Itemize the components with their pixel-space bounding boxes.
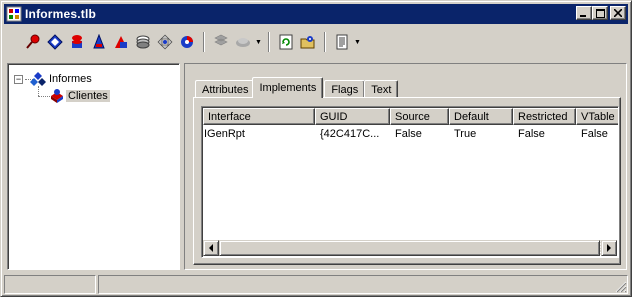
- cell-guid: {42C417C...: [320, 127, 380, 140]
- document-view-icon[interactable]: [331, 31, 353, 53]
- scroll-left-button[interactable]: [203, 240, 219, 256]
- implements-list[interactable]: Interface GUID Source Default Restricted…: [201, 106, 619, 258]
- status-panel: [4, 275, 96, 294]
- details-panel: Attributes Implements Flags Text Interfa…: [184, 63, 627, 270]
- status-panel: [98, 275, 628, 294]
- tree-item-informes[interactable]: − Informes: [14, 71, 94, 87]
- grey-stack-disabled-icon[interactable]: [210, 31, 232, 53]
- collapse-toggle[interactable]: −: [14, 74, 23, 84]
- cell-restricted: False: [518, 127, 545, 140]
- tree-item-label: Informes: [49, 73, 92, 85]
- open-folder-gear-icon[interactable]: [297, 31, 319, 53]
- tree-view[interactable]: − Informes Clientes: [7, 63, 180, 270]
- tree-item-label: Clientes: [66, 90, 110, 102]
- list-header: Interface GUID Source Default Restricted…: [203, 108, 618, 125]
- tree-item-clientes[interactable]: Clientes: [48, 88, 110, 104]
- coclass-icon: [48, 88, 66, 104]
- blue-red-disc-icon[interactable]: [176, 31, 198, 53]
- cell-interface: IGenRpt: [204, 127, 245, 140]
- red-blue-shapes-icon[interactable]: [110, 31, 132, 53]
- scroll-right-button[interactable]: [601, 240, 617, 256]
- column-source[interactable]: Source: [390, 108, 449, 125]
- arrow-left-icon: [209, 244, 213, 252]
- library-icon: [29, 71, 47, 87]
- typelib-icon: [6, 6, 22, 22]
- toolbar-separator: [203, 32, 205, 52]
- scroll-thumb[interactable]: [219, 240, 600, 256]
- red-pin-icon[interactable]: [22, 31, 44, 53]
- green-refresh-icon[interactable]: [275, 31, 297, 53]
- tab-flags[interactable]: Flags: [324, 80, 366, 98]
- tab-strip: Attributes Implements Flags Text: [195, 76, 399, 98]
- column-vtable[interactable]: VTable: [576, 108, 618, 125]
- chevron-down-icon[interactable]: ▼: [353, 31, 362, 53]
- minimize-button[interactable]: [576, 6, 592, 20]
- title-bar[interactable]: Informes.tlb: [4, 4, 628, 24]
- blue-cone-icon[interactable]: [88, 31, 110, 53]
- minimize-icon: [580, 15, 586, 17]
- window-title: Informes.tlb: [25, 7, 97, 21]
- grey-component-disabled-icon[interactable]: [232, 31, 254, 53]
- tab-text[interactable]: Text: [364, 80, 399, 98]
- toolbar: ▼ ▼: [4, 27, 628, 57]
- column-default[interactable]: Default: [449, 108, 513, 125]
- column-guid[interactable]: GUID: [315, 108, 390, 125]
- tab-content: Interface GUID Source Default Restricted…: [193, 97, 621, 265]
- app-window: Informes.tlb ▼ ▼ − Informes Clientes Att…: [0, 0, 632, 297]
- grey-stack-icon[interactable]: [132, 31, 154, 53]
- status-bar: [4, 275, 628, 294]
- close-icon: [614, 9, 622, 17]
- cell-vtable: False: [581, 127, 608, 140]
- tab-attributes[interactable]: Attributes: [195, 80, 256, 98]
- red-stack-icon[interactable]: [66, 31, 88, 53]
- toolbar-separator: [324, 32, 326, 52]
- chevron-down-icon[interactable]: ▼: [254, 31, 263, 53]
- blue-diamond-icon[interactable]: [44, 31, 66, 53]
- column-interface[interactable]: Interface: [203, 108, 315, 125]
- cell-default: True: [454, 127, 477, 140]
- maximize-icon: [595, 8, 605, 18]
- tab-implements[interactable]: Implements: [252, 77, 324, 98]
- toolbar-separator: [268, 32, 270, 52]
- blue-arrows-icon[interactable]: [154, 31, 176, 53]
- list-item[interactable]: IGenRpt {42C417C... False True False Fal…: [203, 126, 618, 141]
- resize-grip-icon[interactable]: [615, 281, 627, 293]
- cell-source: False: [395, 127, 422, 140]
- close-button[interactable]: [610, 6, 626, 20]
- horizontal-scrollbar[interactable]: [203, 240, 617, 256]
- maximize-button[interactable]: [592, 6, 608, 20]
- arrow-right-icon: [607, 244, 611, 252]
- column-restricted[interactable]: Restricted: [513, 108, 576, 125]
